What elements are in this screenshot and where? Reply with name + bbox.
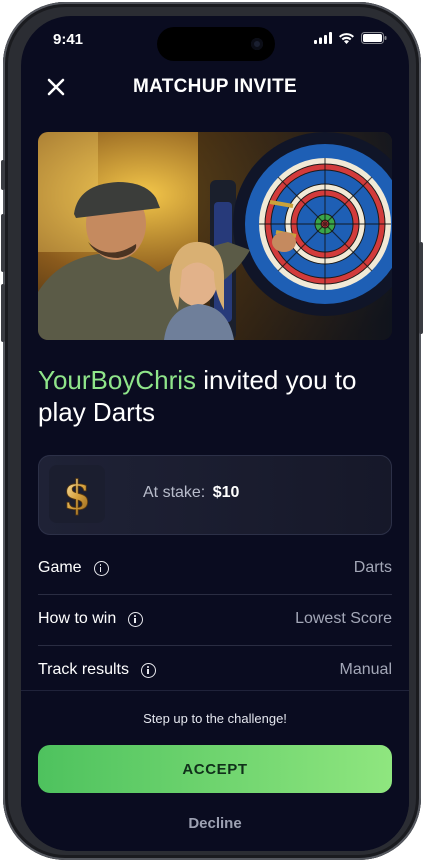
how-to-win-value: Lowest Score	[295, 610, 392, 627]
track-results-label: Track results	[38, 661, 129, 678]
mute-switch	[1, 160, 5, 190]
dynamic-island	[157, 27, 275, 61]
volume-up-button	[1, 214, 5, 272]
detail-row-track-results: Track results Manual	[38, 646, 392, 696]
stake-amount: $10	[212, 484, 240, 501]
action-footer: Step up to the challenge! ACCEPT Decline	[21, 690, 409, 851]
stake-label: At stake:	[143, 484, 206, 501]
tagline: Step up to the challenge!	[143, 711, 287, 726]
decline-button[interactable]: Decline	[21, 815, 409, 832]
accept-button[interactable]: ACCEPT	[38, 745, 392, 793]
stake-card: $ At stake: $10	[38, 455, 392, 535]
info-icon[interactable]	[93, 560, 109, 576]
detail-row-game: Game Darts	[38, 544, 392, 595]
nav-bar: MATCHUP INVITE	[21, 74, 409, 114]
battery-icon	[361, 32, 387, 44]
status-time: 9:41	[53, 31, 84, 48]
svg-text:$: $	[63, 472, 91, 517]
info-icon[interactable]	[140, 662, 156, 678]
dollar-glyph: $	[63, 472, 92, 517]
info-icon[interactable]	[128, 611, 144, 627]
stake-text: At stake: $10	[143, 484, 239, 502]
phone-frame: 9:41 MATCHUP INVITE YourBoyChris invited…	[1, 2, 423, 860]
volume-down-button	[1, 284, 5, 342]
status-icons	[314, 32, 387, 44]
invite-headline: YourBoyChris invited you to play Darts	[38, 364, 388, 428]
hero-image	[38, 132, 392, 340]
page-title: MATCHUP INVITE	[133, 76, 297, 97]
detail-row-how-to-win: How to win Lowest Score	[38, 595, 392, 646]
wifi-icon	[339, 33, 354, 44]
power-button	[419, 242, 423, 334]
screen: 9:41 MATCHUP INVITE YourBoyChris invited…	[21, 16, 409, 851]
game-label: Game	[38, 559, 82, 576]
camera-icon	[251, 38, 263, 50]
how-to-win-label: How to win	[38, 610, 117, 627]
inviter-name[interactable]: YourBoyChris	[38, 365, 196, 395]
game-value: Darts	[353, 559, 392, 576]
darts-photo	[38, 132, 392, 340]
status-bar: 9:41	[21, 16, 409, 61]
dollar-icon: $	[49, 465, 105, 523]
track-results-value: Manual	[339, 661, 392, 678]
signal-icon	[314, 32, 332, 44]
